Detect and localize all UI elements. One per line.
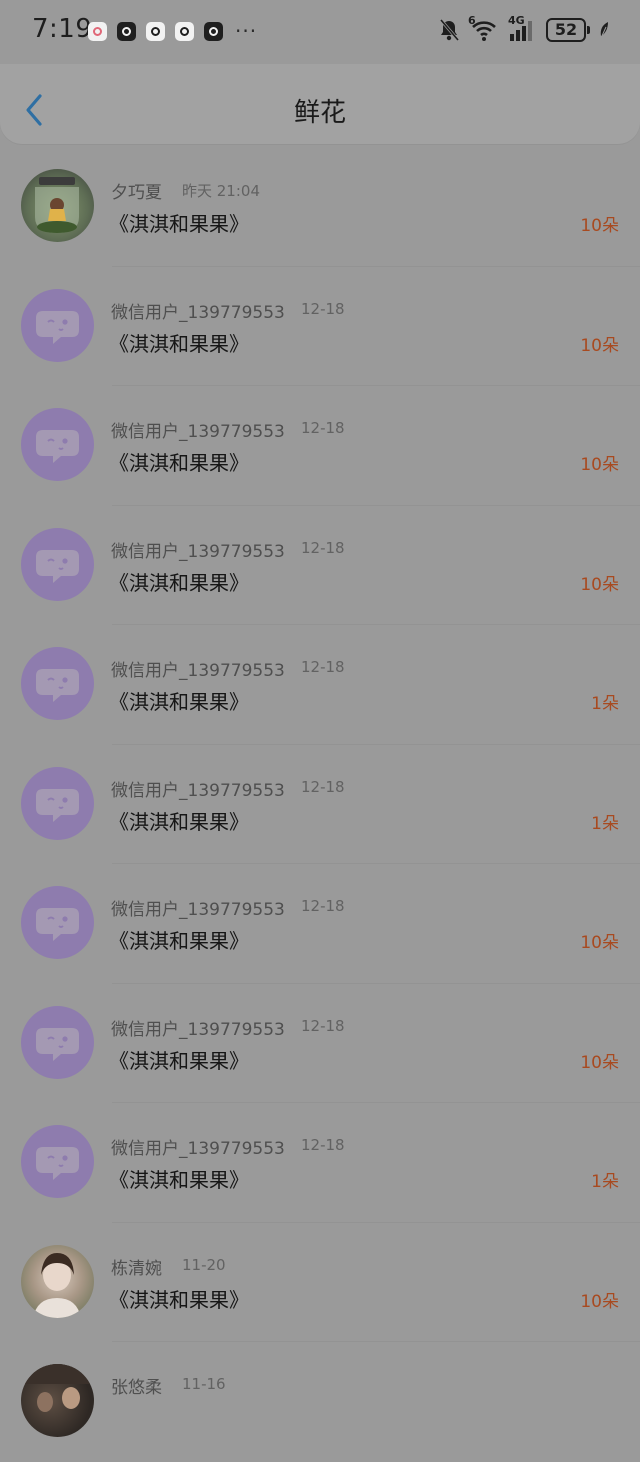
gift-target: 《淇淇和果果》 <box>109 1048 249 1073</box>
flower-count: 10朵 <box>580 335 619 356</box>
flower-count: 10朵 <box>580 216 619 236</box>
sent-time: 12-18 <box>301 538 345 557</box>
sender-name: 微信用户_139779553 <box>111 422 285 442</box>
list-item[interactable]: 微信用户_139779553 12-18 《淇淇和果果》 10朵 <box>0 864 640 984</box>
flower-count: 10朵 <box>580 455 619 475</box>
sent-time: 昨天 21:04 <box>182 182 260 200</box>
list-item[interactable]: 微信用户_139779553 12-18 《淇淇和果果》 1朵 <box>0 625 640 745</box>
sender-name: 栋清婉 <box>111 1258 162 1279</box>
gift-target: 《淇淇和果果》 <box>109 1168 249 1192</box>
flower-count: 10朵 <box>580 1052 619 1073</box>
gift-target: 《淇淇和果果》 <box>109 809 249 834</box>
avatar[interactable] <box>21 1005 94 1079</box>
sent-time: 11-16 <box>182 1375 226 1393</box>
sender-name: 微信用户_139779553 <box>111 541 285 562</box>
list-item[interactable]: 栋清婉 11-20 《淇淇和果果》 10朵 <box>0 1223 640 1342</box>
list-item[interactable]: 夕巧夏 昨天 21:04 《淇淇和果果》 10朵 <box>0 147 640 267</box>
avatar[interactable] <box>21 766 94 840</box>
avatar[interactable] <box>21 169 94 242</box>
nav-bar: 鲜花 <box>0 64 640 144</box>
status-bar: 7:19 ··· 6 4G 52 <box>0 0 640 64</box>
gift-target: 《淇淇和果果》 <box>109 929 249 953</box>
list-item[interactable]: 微信用户_139779553 12-18 《淇淇和果果》 10朵 <box>0 267 640 386</box>
sender-name: 微信用户_139779553 <box>111 1139 285 1159</box>
sender-name: 张悠柔 <box>111 1378 162 1398</box>
avatar[interactable] <box>21 1364 94 1437</box>
default-avatar-icon <box>36 430 79 463</box>
gift-target: 《淇淇和果果》 <box>109 690 249 714</box>
sent-time: 11-20 <box>182 1255 226 1274</box>
sent-time: 12-18 <box>301 419 345 437</box>
gift-target: 《淇淇和果果》 <box>109 451 249 475</box>
gift-target: 《淇淇和果果》 <box>109 331 249 356</box>
battery-indicator: 52 <box>546 18 590 42</box>
default-avatar-icon <box>36 310 79 344</box>
notification-icons: ··· <box>88 19 258 43</box>
avatar[interactable] <box>21 408 94 481</box>
app-notification-icon <box>146 22 165 41</box>
app-notification-icon <box>175 22 194 41</box>
flower-count: 10朵 <box>580 574 619 595</box>
flower-count: 10朵 <box>580 933 619 953</box>
app-notification-icon <box>88 22 107 41</box>
default-avatar-icon <box>36 549 79 583</box>
avatar[interactable] <box>21 527 94 601</box>
more-notifications-icon: ··· <box>235 19 258 43</box>
sender-name: 微信用户_139779553 <box>111 302 285 323</box>
network-type: 4G <box>508 14 525 27</box>
default-avatar-icon <box>36 788 79 822</box>
sender-name: 夕巧夏 <box>111 183 162 203</box>
list-item[interactable]: 张悠柔 11-16 <box>0 1342 640 1462</box>
default-avatar-icon <box>36 669 79 702</box>
list-item[interactable]: 微信用户_139779553 12-18 《淇淇和果果》 1朵 <box>0 745 640 864</box>
sent-time: 12-18 <box>301 658 345 676</box>
status-time: 7:19 <box>32 14 93 44</box>
cellular-signal-icon: 4G <box>508 14 538 42</box>
default-avatar-icon <box>36 1027 79 1061</box>
sender-name: 微信用户_139779553 <box>111 900 285 920</box>
bell-off-icon <box>439 19 460 41</box>
page-title: 鲜花 <box>293 98 346 128</box>
list-item[interactable]: 微信用户_139779553 12-18 《淇淇和果果》 10朵 <box>0 506 640 625</box>
leaf-icon <box>600 22 608 39</box>
flower-count: 1朵 <box>591 813 619 834</box>
sender-name: 微信用户_139779553 <box>111 1019 285 1040</box>
list-item[interactable]: 微信用户_139779553 12-18 《淇淇和果果》 10朵 <box>0 386 640 506</box>
wifi-icon: 6 <box>468 14 500 42</box>
sent-time: 12-18 <box>301 1016 345 1035</box>
avatar[interactable] <box>21 886 94 959</box>
sender-name: 微信用户_139779553 <box>111 780 285 801</box>
flower-count: 10朵 <box>580 1291 619 1312</box>
sent-time: 12-18 <box>301 1136 345 1154</box>
list-item[interactable]: 微信用户_139779553 12-18 《淇淇和果果》 10朵 <box>0 984 640 1103</box>
system-icons: 6 4G 52 <box>438 14 610 42</box>
list-item[interactable]: 微信用户_139779553 12-18 《淇淇和果果》 1朵 <box>0 1103 640 1223</box>
default-avatar-icon <box>36 908 79 941</box>
avatar[interactable] <box>21 1125 94 1198</box>
avatar[interactable] <box>21 288 94 362</box>
flower-gift-list: 夕巧夏 昨天 21:04 《淇淇和果果》 10朵 微信用户_139779553 … <box>0 147 640 1462</box>
gift-target: 《淇淇和果果》 <box>109 1287 249 1312</box>
app-notification-icon <box>204 22 223 41</box>
wifi-superscript: 6 <box>468 14 476 27</box>
flower-count: 1朵 <box>591 694 619 714</box>
sent-time: 12-18 <box>301 777 345 796</box>
sent-time: 12-18 <box>301 299 345 318</box>
avatar[interactable] <box>21 647 94 720</box>
sent-time: 12-18 <box>301 897 345 915</box>
sender-name: 微信用户_139779553 <box>111 661 285 681</box>
default-avatar-icon <box>36 1147 79 1180</box>
flower-count: 1朵 <box>591 1172 619 1192</box>
gift-target: 《淇淇和果果》 <box>109 570 249 595</box>
app-notification-icon <box>117 22 136 41</box>
avatar[interactable] <box>21 1244 94 1318</box>
gift-target: 《淇淇和果果》 <box>109 212 249 236</box>
